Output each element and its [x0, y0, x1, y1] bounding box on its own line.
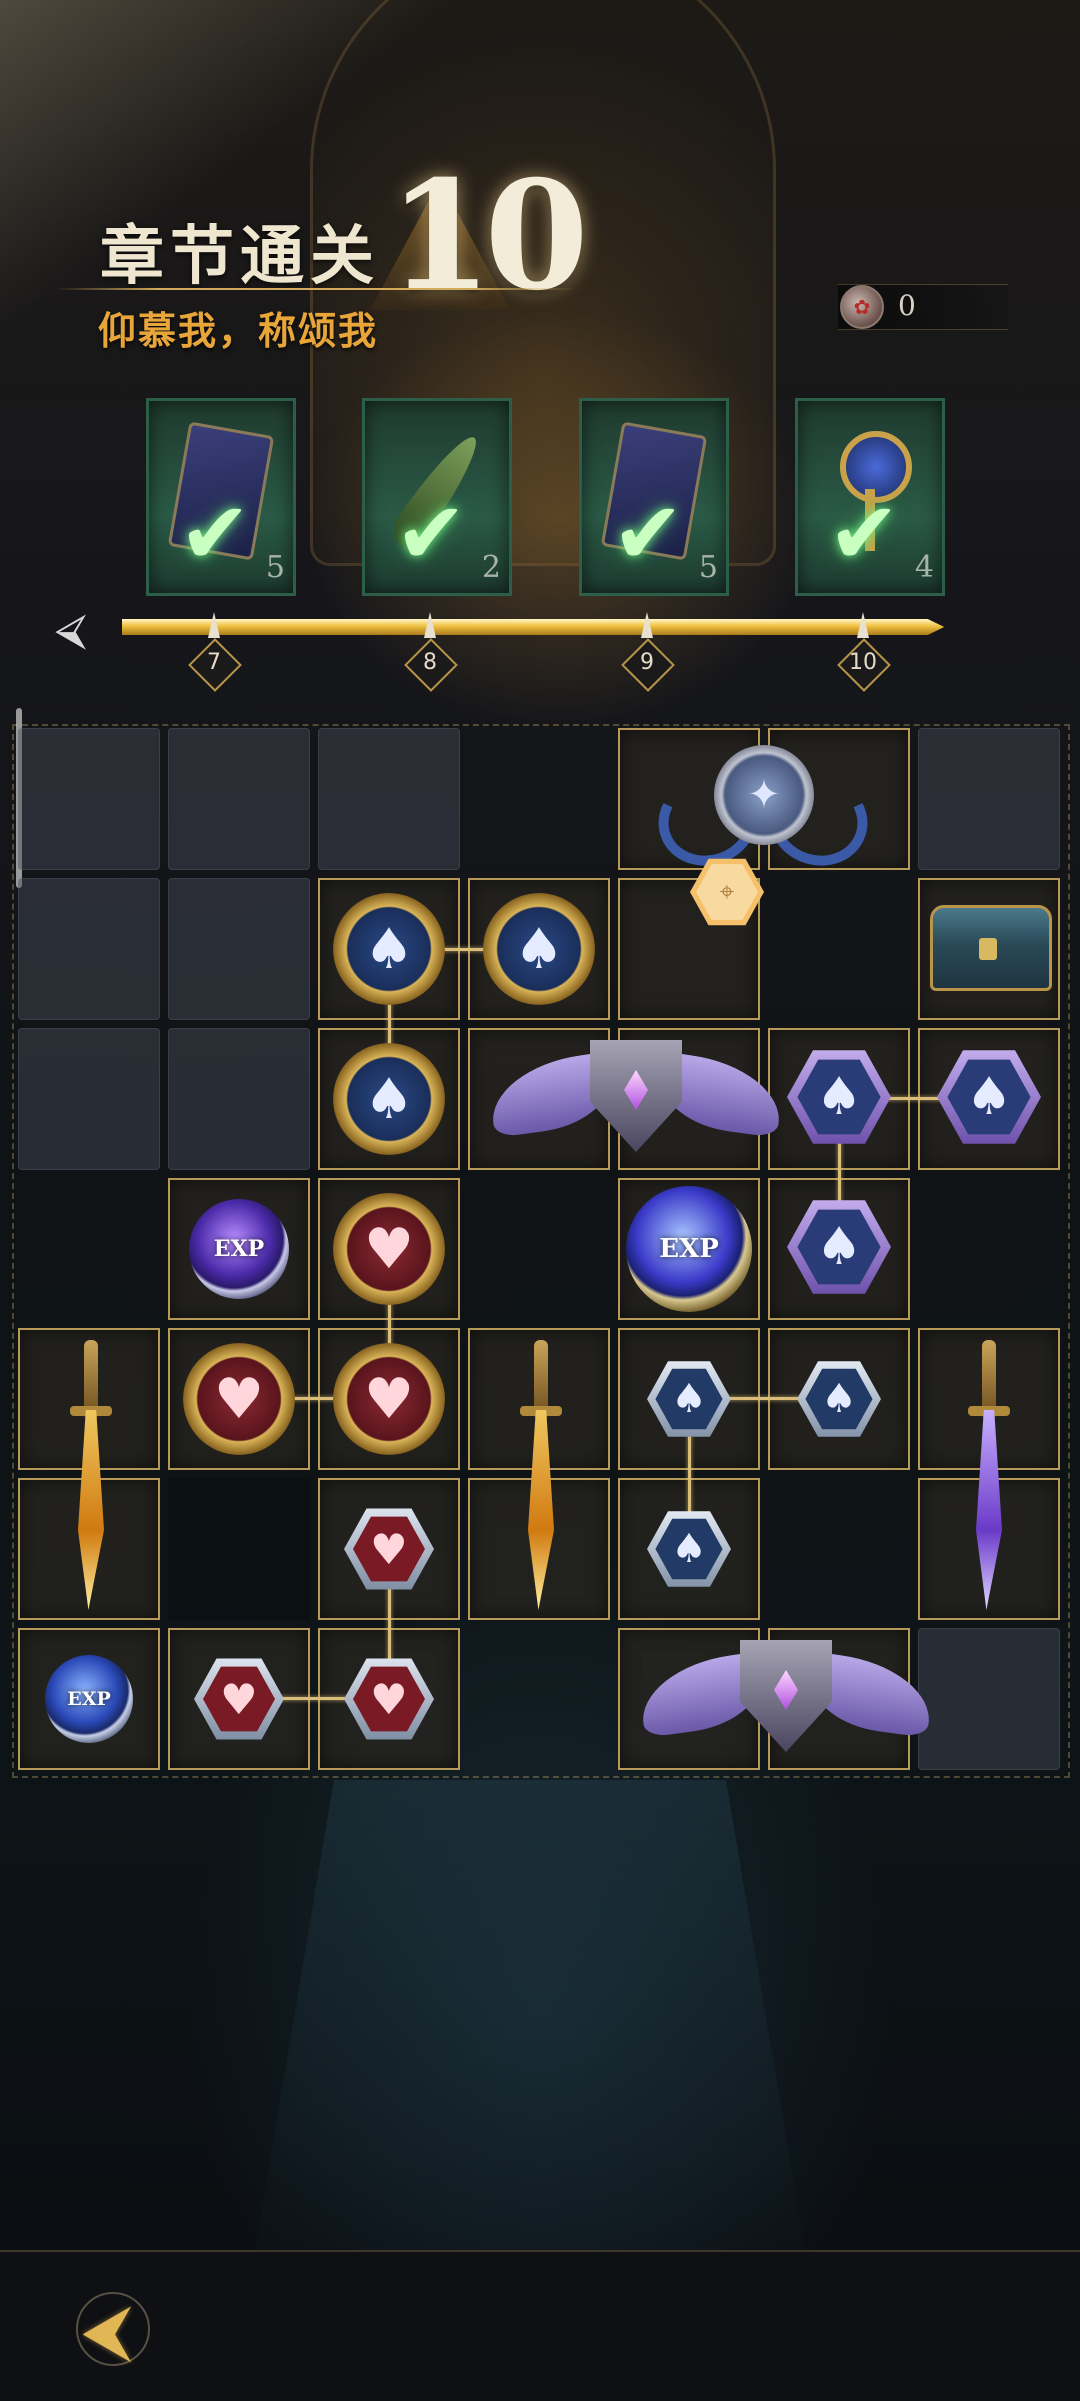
- chapter-title: 章节通关: [100, 219, 380, 294]
- dagger-icon[interactable]: [520, 1340, 562, 1620]
- heart-node-icon[interactable]: ♥: [333, 1343, 445, 1455]
- currency-display: ✿ 0: [838, 284, 1008, 330]
- checkmark-icon: ✔: [179, 484, 252, 584]
- milestone-9[interactable]: 9: [617, 612, 677, 692]
- board-cell-empty: [18, 878, 160, 1020]
- heart-node-icon[interactable]: ♥: [333, 1193, 445, 1305]
- bottom-bar: [0, 2250, 1080, 2401]
- exp-orb-icon[interactable]: EXP: [626, 1186, 752, 1312]
- progress-arrow-icon: ⮘: [55, 604, 87, 655]
- reward-card-2[interactable]: ✔ 2: [362, 398, 512, 596]
- reward-card-4[interactable]: ✔ 4: [795, 398, 945, 596]
- milestone-10[interactable]: 10: [833, 612, 893, 692]
- progress-fill: [122, 619, 944, 635]
- board-cell-empty: [918, 1628, 1060, 1770]
- circular-token-icon: ✿: [840, 285, 884, 329]
- reward-card-3[interactable]: ✔ 5: [579, 398, 729, 596]
- board-cell-empty: [318, 728, 460, 870]
- spade-node-icon[interactable]: ♠: [333, 893, 445, 1005]
- milestone-8[interactable]: 8: [400, 612, 460, 692]
- board-cell-empty: [168, 1028, 310, 1170]
- board-cell-empty: [168, 878, 310, 1020]
- milestone-7[interactable]: 7: [184, 612, 244, 692]
- exp-orb-icon[interactable]: EXP: [45, 1655, 133, 1743]
- milestone-label: 9: [640, 650, 654, 675]
- winged-shield-icon[interactable]: [485, 1040, 787, 1160]
- reward-quantity: 5: [265, 550, 285, 585]
- exp-orb-icon[interactable]: EXP: [189, 1199, 289, 1299]
- board-cell-empty: [18, 1028, 160, 1170]
- checkmark-icon: ✔: [612, 484, 685, 584]
- header-divider: [55, 288, 575, 290]
- reward-quantity: 5: [698, 550, 718, 585]
- reward-quantity: 4: [914, 550, 934, 585]
- milestone-label: 10: [849, 650, 877, 675]
- board-cell-empty: [168, 1478, 310, 1620]
- checkmark-icon: ✔: [828, 484, 901, 584]
- board-cell-empty: [18, 728, 160, 870]
- game-screen: 章节通关 10 仰慕我，称颂我 ✿ 0 ✔ 5 ✔ 2 ✔ 5 ✔ 4 ⮘ 7 …: [0, 0, 1080, 2401]
- chapter-number: 10: [388, 148, 589, 324]
- background-pillar: [250, 1780, 810, 2280]
- back-button[interactable]: ⮜: [54, 2280, 160, 2380]
- spade-node-icon[interactable]: ♠: [333, 1043, 445, 1155]
- medal-icon[interactable]: ✦: [645, 745, 881, 880]
- currency-value: 0: [898, 289, 916, 322]
- board-cell-empty: [918, 728, 1060, 870]
- board-cell-empty: [168, 728, 310, 870]
- reward-card-1[interactable]: ✔ 5: [146, 398, 296, 596]
- heart-node-icon[interactable]: ♥: [183, 1343, 295, 1455]
- milestone-label: 7: [207, 650, 221, 675]
- winged-shield-icon[interactable]: [635, 1640, 937, 1760]
- chapter-subtitle: 仰慕我，称颂我: [98, 308, 379, 353]
- spade-node-icon[interactable]: ♠: [483, 893, 595, 1005]
- dagger-icon[interactable]: [70, 1340, 112, 1620]
- treasure-chest-icon[interactable]: [930, 905, 1052, 991]
- dagger-icon[interactable]: [968, 1340, 1010, 1620]
- reward-quantity: 2: [481, 550, 501, 585]
- chapter-progress-bar: [122, 619, 944, 635]
- checkmark-icon: ✔: [395, 484, 468, 584]
- back-arrow-icon: ⮜: [82, 2289, 132, 2371]
- milestone-label: 8: [423, 650, 437, 675]
